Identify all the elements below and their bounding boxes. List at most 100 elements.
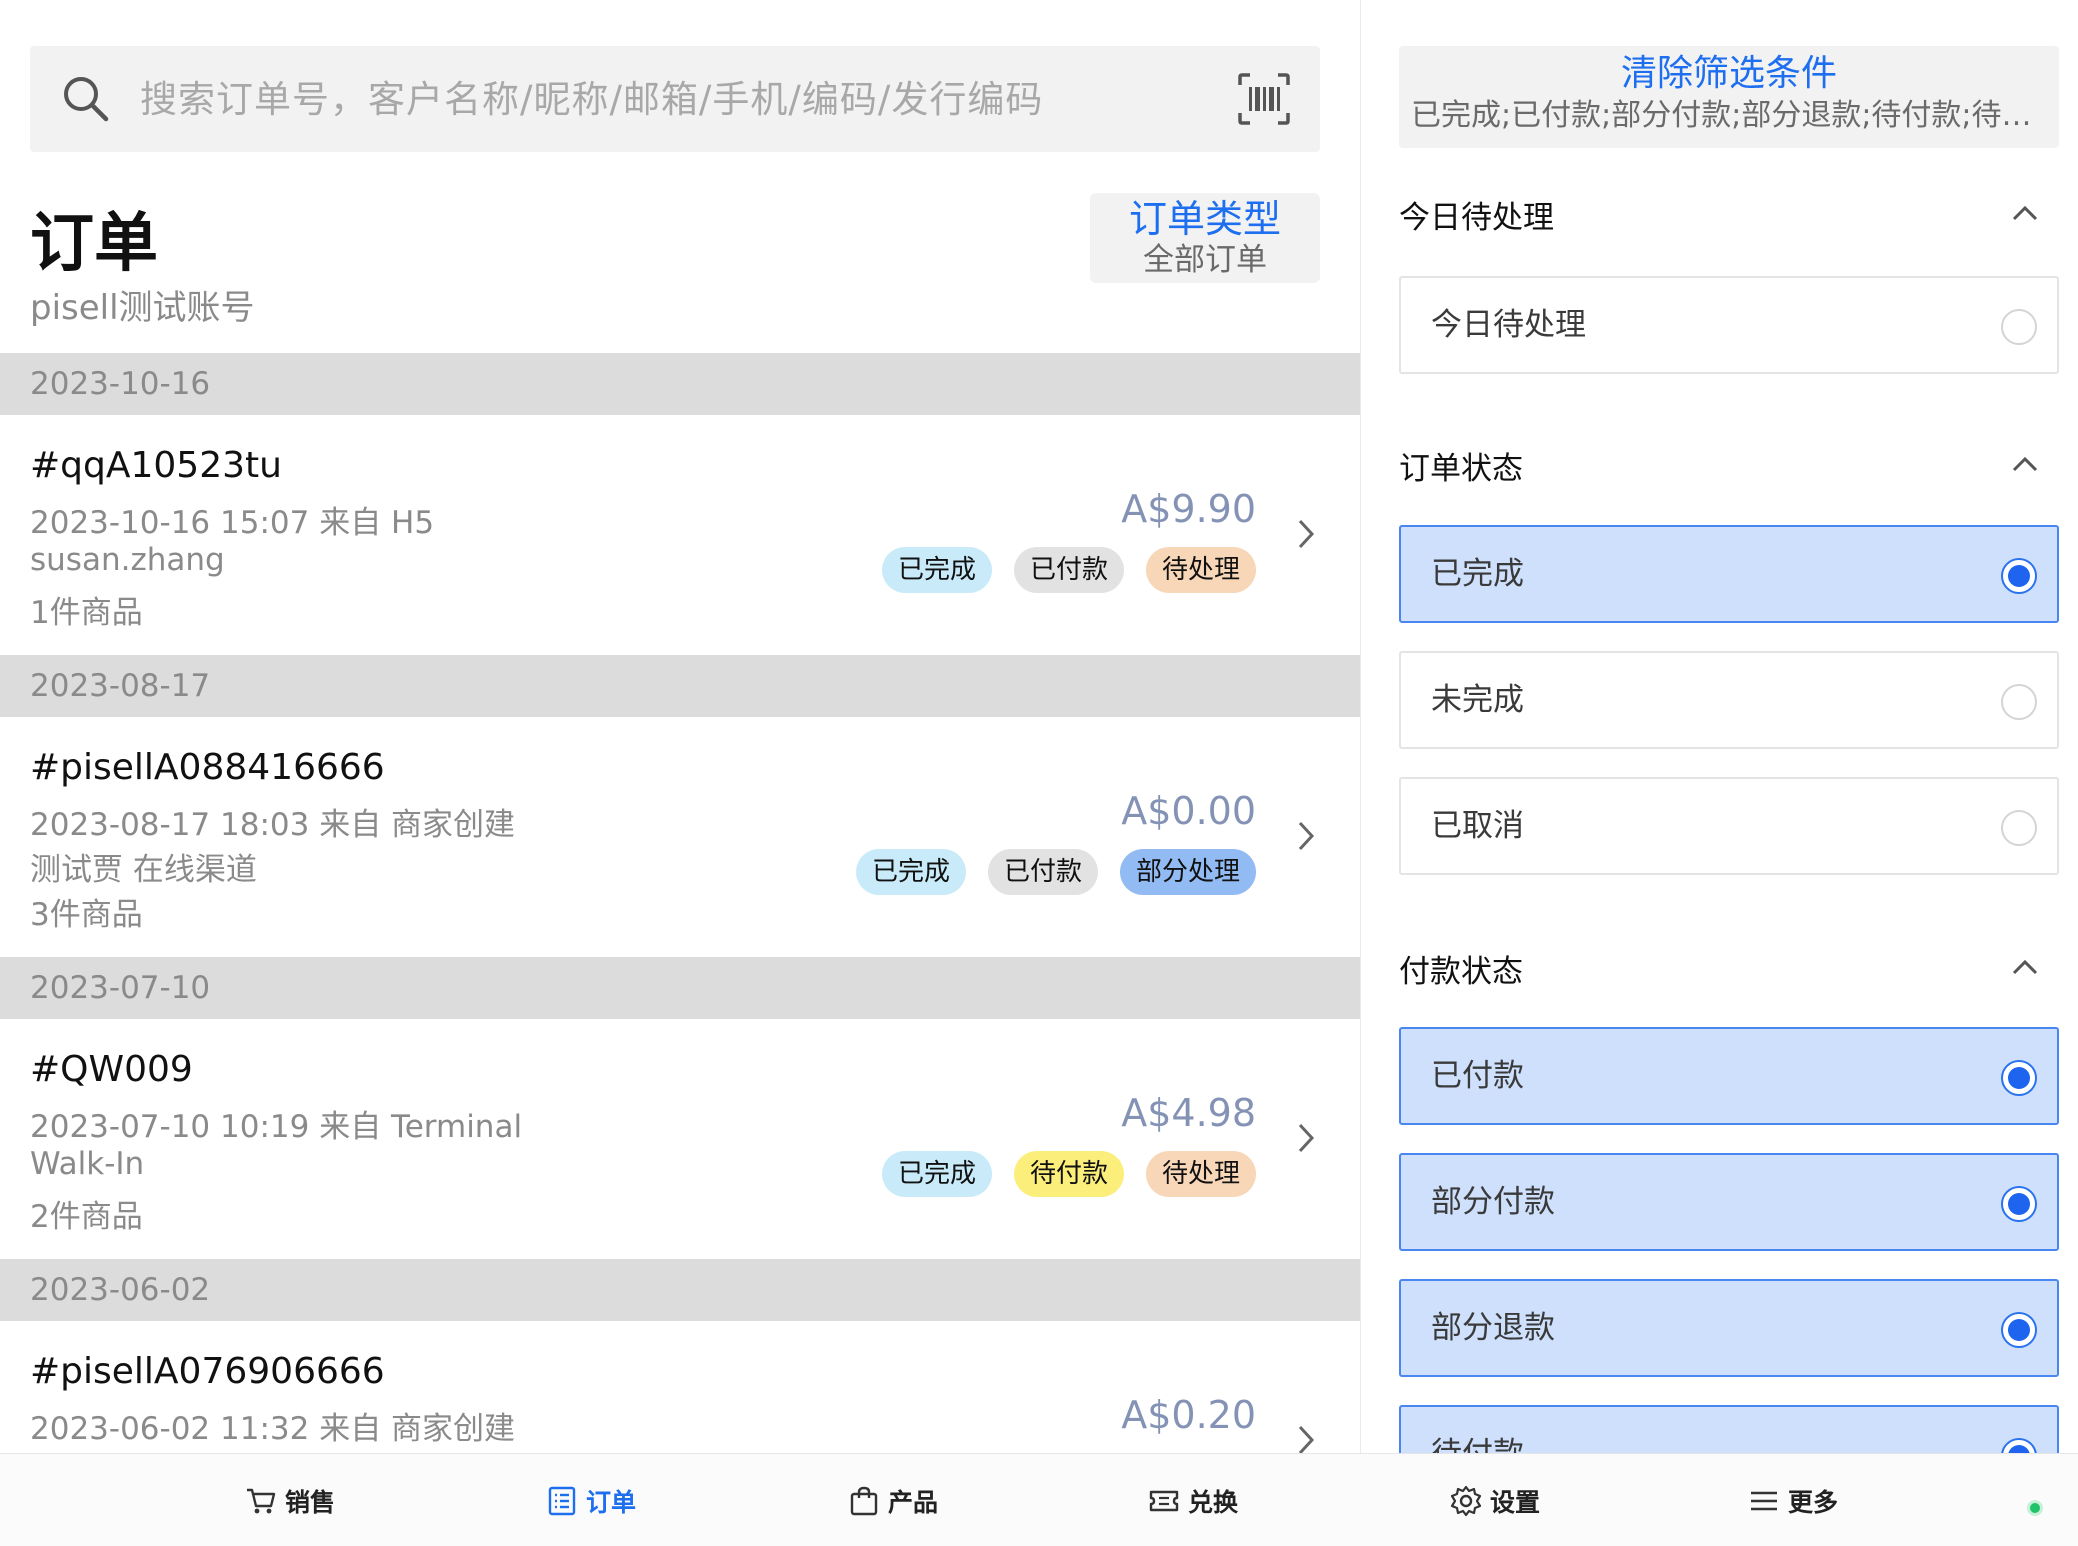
filter-option-partially-refunded[interactable]: 部分退款	[1399, 1279, 2059, 1377]
option-label: 未完成	[1431, 682, 1524, 718]
order-number: #pisellA076906666	[30, 1351, 385, 1392]
chevron-up-icon	[2012, 205, 2038, 221]
nav-item-products[interactable]: 产品	[848, 1454, 938, 1546]
section-title: 今日待处理	[1399, 200, 1554, 236]
nav-label: 兑换	[1188, 1487, 1239, 1517]
filter-section-today[interactable]: 今日待处理	[1399, 192, 2059, 242]
filter-panel: 清除筛选条件 已完成;已付款;部分付款;部分退款;待付款;待处理 今日待处理 今…	[1360, 0, 2078, 1453]
order-amount: A$4.98	[1121, 1091, 1256, 1135]
option-label: 已取消	[1431, 808, 1524, 844]
filter-option-incomplete[interactable]: 未完成	[1399, 651, 2059, 749]
order-status-tags: 已完成 已付款 部分处理	[855, 849, 1256, 895]
order-row[interactable]: #pisellA076906666 2023-06-02 11:32 来自 商家…	[0, 1321, 1360, 1453]
account-name: pisell测试账号	[30, 288, 255, 328]
radio-button[interactable]	[2001, 1186, 2037, 1222]
page-title: 订单	[30, 207, 158, 281]
nav-item-redeem[interactable]: 兑换	[1148, 1454, 1238, 1546]
bottom-nav: 销售 订单 产品 兑换 设置 更多	[0, 1453, 2078, 1546]
date-header: 2023-07-10	[0, 957, 1360, 1019]
nav-label: 产品	[888, 1487, 939, 1517]
status-badge-completed: 已完成	[881, 547, 992, 593]
order-customer: Walk-In	[30, 1146, 145, 1182]
clear-filters-label: 清除筛选条件	[1620, 53, 1837, 94]
order-amount: A$9.90	[1121, 487, 1256, 531]
nav-item-more[interactable]: 更多	[1748, 1454, 1838, 1546]
option-label: 部分付款	[1431, 1184, 1555, 1220]
search-icon	[64, 77, 109, 122]
option-label: 今日待处理	[1431, 307, 1586, 343]
order-customer: susan.zhang	[30, 542, 225, 578]
option-label: 已完成	[1431, 556, 1524, 592]
order-time-source: 2023-08-17 18:03 来自 商家创建	[30, 807, 516, 843]
active-filters-summary: 已完成;已付款;部分付款;部分退款;待付款;待处理	[1411, 98, 2059, 133]
order-amount: A$0.00	[1121, 789, 1256, 833]
nav-label: 订单	[586, 1487, 637, 1517]
bag-icon	[850, 1486, 878, 1515]
search-input[interactable]	[140, 77, 1236, 121]
radio-button[interactable]	[2001, 810, 2037, 846]
filter-option-awaiting-payment[interactable]: 待付款	[1399, 1405, 2059, 1453]
nav-item-settings[interactable]: 设置	[1450, 1454, 1540, 1546]
date-header: 2023-10-16	[0, 353, 1360, 415]
section-title: 订单状态	[1399, 451, 1523, 487]
status-badge-paid: 已付款	[987, 849, 1098, 895]
order-item-count: 2件商品	[30, 1199, 143, 1235]
nav-item-orders[interactable]: 订单	[546, 1454, 636, 1546]
order-row[interactable]: #qqA10523tu 2023-10-16 15:07 来自 H5 susan…	[0, 415, 1360, 655]
online-status-indicator	[2027, 1500, 2043, 1516]
order-number: #pisellA088416666	[30, 747, 385, 788]
order-status-tags: 已完成 待付款 待处理	[881, 1151, 1256, 1197]
clear-filters-button[interactable]: 清除筛选条件 已完成;已付款;部分付款;部分退款;待付款;待处理	[1399, 46, 2059, 148]
order-type-label: 订单类型	[1128, 197, 1281, 241]
order-time-source: 2023-07-10 10:19 来自 Terminal	[30, 1109, 523, 1145]
nav-label: 销售	[285, 1487, 336, 1517]
order-list-icon	[548, 1486, 576, 1515]
status-badge-unpaid: 待付款	[1013, 1151, 1124, 1197]
status-badge-paid: 已付款	[1013, 547, 1124, 593]
order-item-count: 1件商品	[30, 595, 143, 631]
radio-button[interactable]	[2001, 558, 2037, 594]
order-customer: 测试贾 在线渠道	[30, 852, 257, 888]
ticket-icon	[1149, 1490, 1179, 1511]
radio-button[interactable]	[2001, 1438, 2037, 1453]
filter-section-order-status[interactable]: 订单状态	[1399, 443, 2059, 493]
radio-button[interactable]	[2001, 309, 2037, 345]
status-badge-completed: 已完成	[855, 849, 966, 895]
status-badge-partial: 部分处理	[1119, 849, 1256, 895]
option-label: 待付款	[1431, 1436, 1524, 1453]
nav-label: 更多	[1788, 1487, 1839, 1517]
order-row[interactable]: #pisellA088416666 2023-08-17 18:03 来自 商家…	[0, 717, 1360, 957]
radio-button[interactable]	[2001, 684, 2037, 720]
order-row[interactable]: #QW009 2023-07-10 10:19 来自 Terminal Walk…	[0, 1019, 1360, 1259]
barcode-scan-icon[interactable]	[1236, 71, 1292, 127]
chevron-up-icon	[2012, 456, 2038, 472]
radio-button[interactable]	[2001, 1312, 2037, 1348]
chevron-right-icon	[1298, 519, 1315, 549]
filter-option-cancelled[interactable]: 已取消	[1399, 777, 2059, 875]
filter-option-paid[interactable]: 已付款	[1399, 1027, 2059, 1125]
order-number: #QW009	[30, 1049, 193, 1090]
option-label: 已付款	[1431, 1058, 1524, 1094]
menu-icon	[1751, 1491, 1777, 1510]
chevron-right-icon	[1298, 1425, 1315, 1453]
status-badge-pending: 待处理	[1145, 547, 1256, 593]
option-label: 部分退款	[1431, 1310, 1555, 1346]
section-title: 付款状态	[1399, 954, 1523, 990]
nav-item-sales[interactable]: 销售	[245, 1454, 335, 1546]
nav-label: 设置	[1490, 1487, 1541, 1517]
order-amount: A$0.20	[1121, 1393, 1256, 1437]
search-bar[interactable]	[30, 46, 1320, 152]
filter-option-today-pending[interactable]: 今日待处理	[1399, 276, 2059, 374]
radio-button[interactable]	[2001, 1060, 2037, 1096]
order-time-source: 2023-10-16 15:07 来自 H5	[30, 505, 435, 541]
order-type-value: 全部订单	[1143, 242, 1267, 278]
filter-option-partially-paid[interactable]: 部分付款	[1399, 1153, 2059, 1251]
filter-section-payment-status[interactable]: 付款状态	[1399, 946, 2059, 996]
status-badge-completed: 已完成	[881, 1151, 992, 1197]
filter-option-completed[interactable]: 已完成	[1399, 525, 2059, 623]
order-status-tags: 已完成 已付款 待处理	[881, 547, 1256, 593]
order-type-selector[interactable]: 订单类型 全部订单	[1090, 193, 1320, 283]
orders-panel: 订单 pisell测试账号 订单类型 全部订单 2023-10-16 #qqA1…	[0, 0, 1360, 1453]
cart-icon	[247, 1488, 276, 1513]
date-header: 2023-06-02	[0, 1259, 1360, 1321]
